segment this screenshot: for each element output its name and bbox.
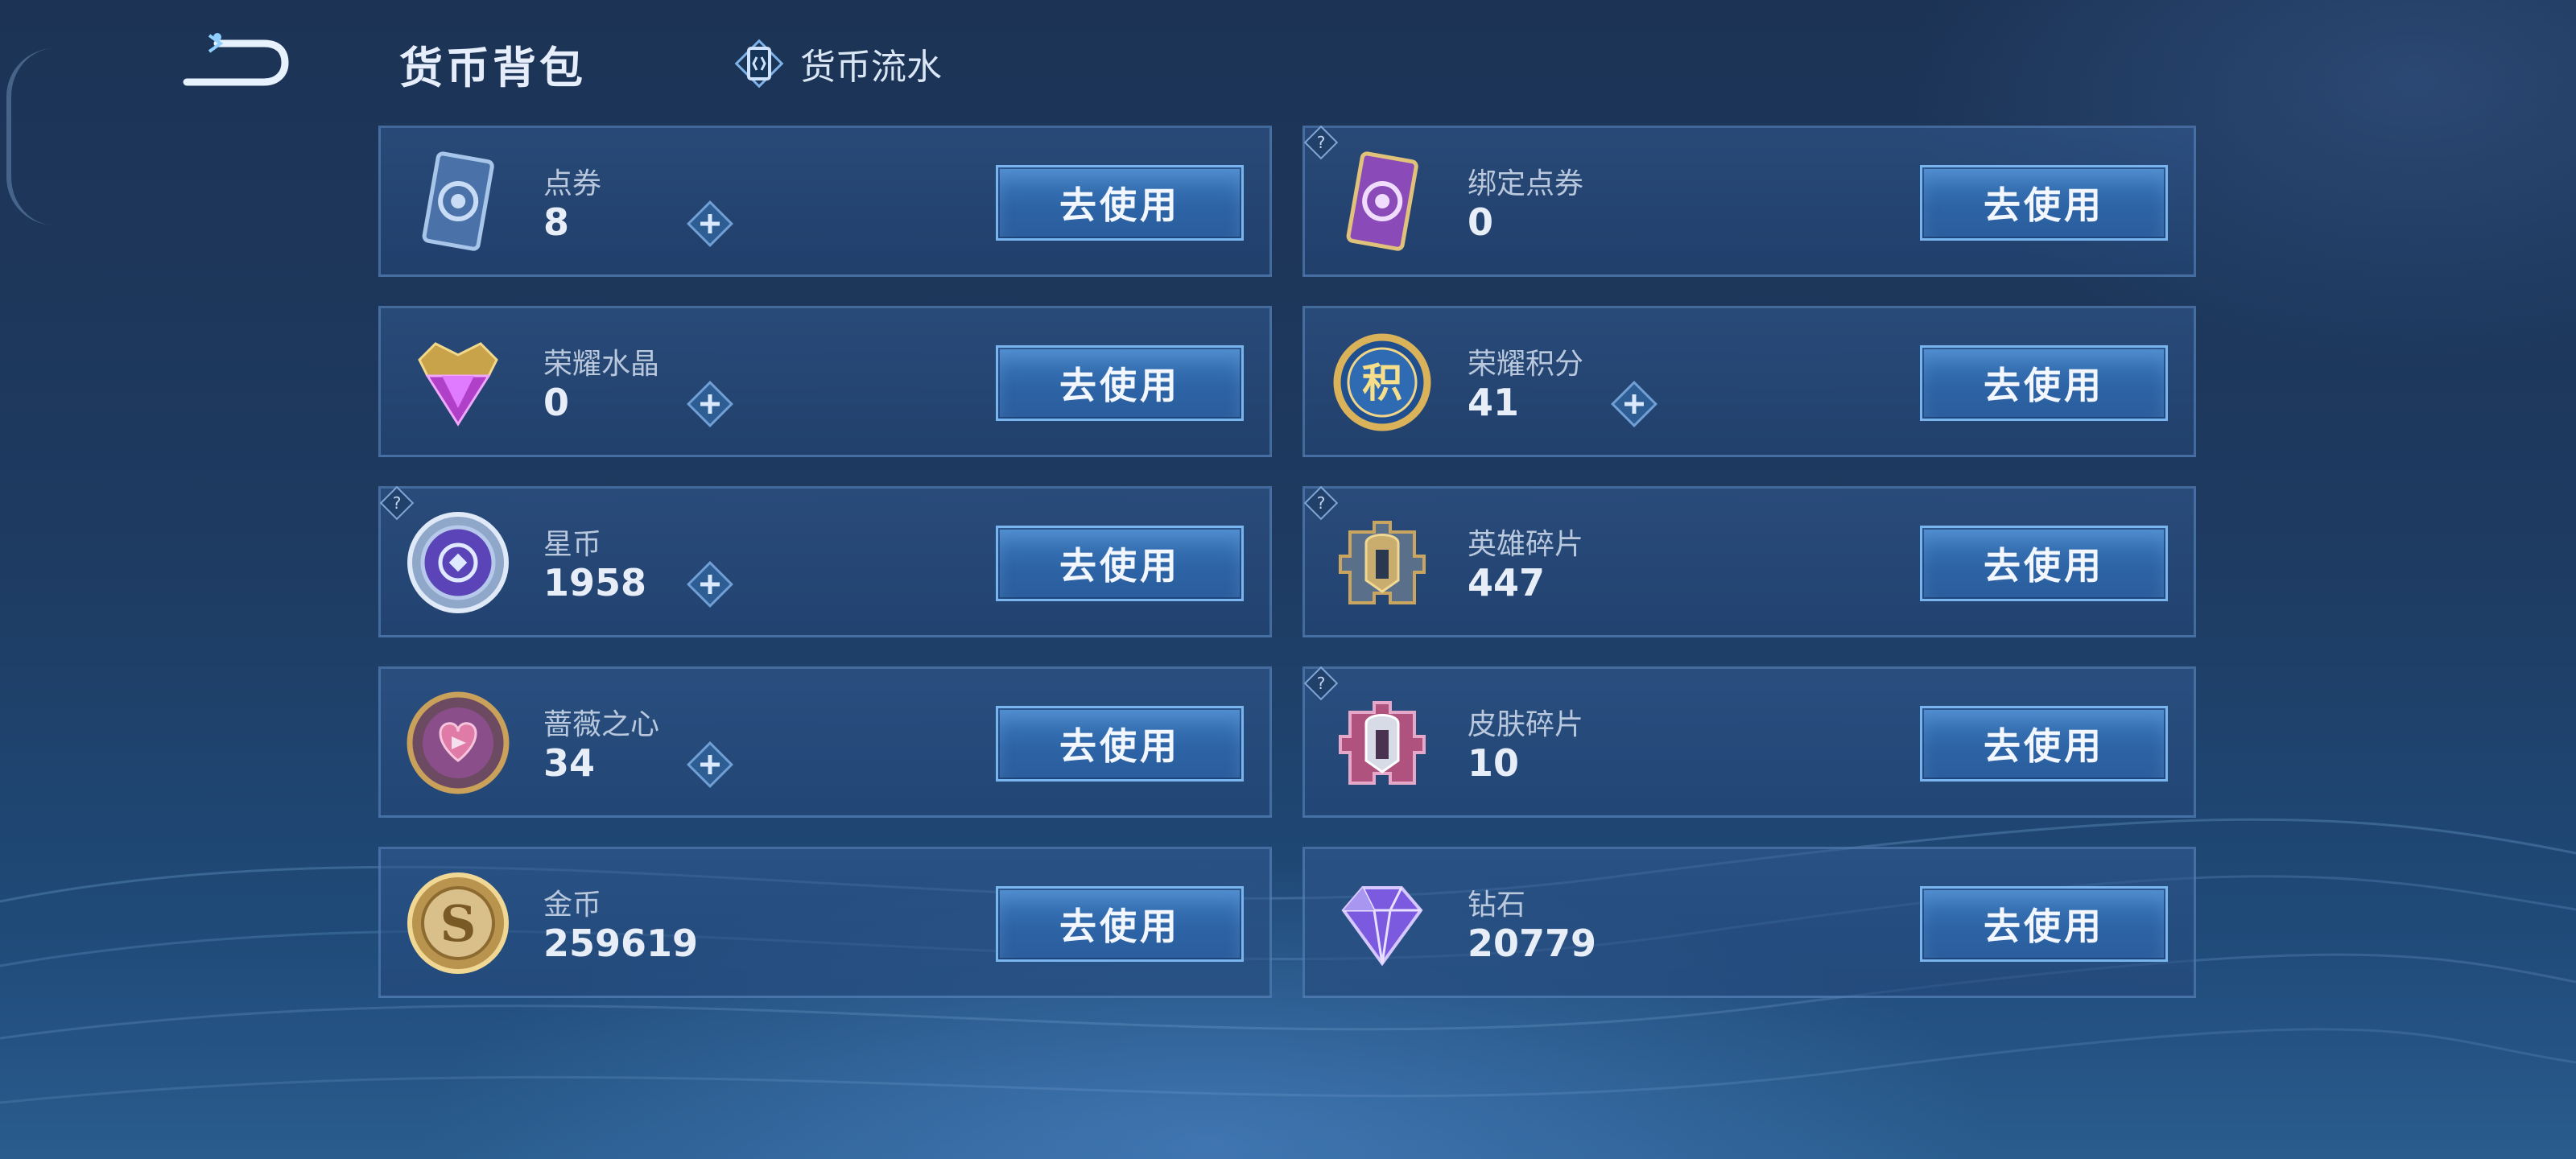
svg-text:?: ? bbox=[393, 493, 402, 513]
currency-name: 绑定点券 bbox=[1468, 167, 1584, 200]
currency-name: 荣耀积分 bbox=[1468, 348, 1584, 381]
currency-card-diamond: 钻石 20779 去使用 bbox=[1302, 847, 2196, 998]
bound-coupon-ticket-icon bbox=[1346, 151, 1418, 251]
add-icon[interactable] bbox=[685, 559, 735, 609]
add-icon[interactable] bbox=[685, 199, 735, 249]
currency-card-gold: S 金币 259619 去使用 bbox=[378, 847, 1272, 998]
currency-card-honor-points: 积 荣耀积分 41 去使用 bbox=[1302, 306, 2196, 457]
use-button[interactable]: 去使用 bbox=[996, 165, 1244, 241]
currency-value: 259619 bbox=[543, 922, 699, 965]
back-button[interactable] bbox=[177, 32, 290, 93]
currency-card-coupon: 点券 8 去使用 bbox=[378, 126, 1272, 277]
currency-value: 34 bbox=[543, 741, 596, 785]
side-decoration bbox=[6, 48, 60, 225]
currency-card-bound-coupon: ? 绑定点券 0 去使用 bbox=[1302, 125, 2196, 277]
currency-card-rose-heart: 蔷薇之心 34 去使用 bbox=[378, 666, 1272, 818]
svg-text:积: 积 bbox=[1362, 360, 1402, 406]
currency-card-honor-crystal: 荣耀水晶 0 去使用 bbox=[378, 306, 1272, 457]
use-button[interactable]: 去使用 bbox=[1920, 886, 2168, 962]
svg-text:?: ? bbox=[1317, 493, 1326, 513]
currency-value: 1958 bbox=[543, 561, 647, 604]
coupon-ticket-icon bbox=[422, 151, 494, 251]
currency-card-hero-shard: ? 英雄碎片 447 去使用 bbox=[1302, 485, 2196, 637]
currency-name: 荣耀水晶 bbox=[543, 348, 660, 381]
star-coin-icon bbox=[407, 512, 509, 613]
currency-card-star-coin: ? 星币 1958 去使用 bbox=[378, 485, 1272, 637]
svg-text:?: ? bbox=[1317, 133, 1326, 152]
use-button[interactable]: 去使用 bbox=[996, 706, 1244, 782]
currency-value: 447 bbox=[1468, 561, 1546, 604]
currency-name: 金币 bbox=[543, 889, 602, 922]
currency-value: 0 bbox=[1468, 200, 1494, 244]
currency-value: 41 bbox=[1468, 381, 1520, 424]
currency-name: 星币 bbox=[543, 528, 602, 561]
currency-value: 8 bbox=[543, 200, 570, 244]
honor-points-icon: 积 bbox=[1333, 333, 1431, 431]
currency-name: 英雄碎片 bbox=[1468, 528, 1584, 561]
currency-name: 钻石 bbox=[1468, 889, 1526, 922]
currency-value: 0 bbox=[543, 381, 570, 424]
use-button[interactable]: 去使用 bbox=[996, 526, 1244, 601]
add-icon[interactable] bbox=[685, 740, 735, 790]
add-icon[interactable] bbox=[685, 379, 735, 429]
use-button[interactable]: 去使用 bbox=[996, 886, 1244, 962]
currency-name: 点券 bbox=[543, 167, 602, 200]
currency-card-skin-shard: ? 皮肤碎片 10 去使用 bbox=[1302, 666, 2196, 818]
svg-text:?: ? bbox=[1317, 674, 1326, 693]
rose-heart-icon bbox=[407, 691, 510, 794]
use-button[interactable]: 去使用 bbox=[1920, 526, 2168, 601]
currency-name: 蔷薇之心 bbox=[543, 708, 660, 741]
currency-value: 20779 bbox=[1468, 922, 1597, 965]
currency-value: 10 bbox=[1468, 741, 1520, 785]
use-button[interactable]: 去使用 bbox=[996, 345, 1244, 421]
currency-ledger-link[interactable]: 货币流水 bbox=[731, 37, 942, 90]
skin-shard-icon bbox=[1339, 701, 1426, 785]
honor-crystal-icon bbox=[418, 342, 498, 427]
back-arrow-icon bbox=[183, 33, 289, 86]
ledger-icon bbox=[731, 35, 787, 92]
diamond-icon bbox=[1341, 886, 1423, 967]
gold-coin-icon: S bbox=[407, 872, 509, 974]
hero-shard-icon bbox=[1339, 521, 1426, 604]
use-button[interactable]: 去使用 bbox=[1920, 165, 2168, 241]
currency-name: 皮肤碎片 bbox=[1468, 708, 1584, 741]
add-icon[interactable] bbox=[1609, 379, 1659, 429]
page-title: 货币背包 bbox=[399, 43, 586, 93]
use-button[interactable]: 去使用 bbox=[1920, 345, 2168, 421]
ledger-label: 货币流水 bbox=[800, 47, 942, 88]
svg-text:S: S bbox=[440, 894, 477, 953]
use-button[interactable]: 去使用 bbox=[1920, 706, 2168, 782]
